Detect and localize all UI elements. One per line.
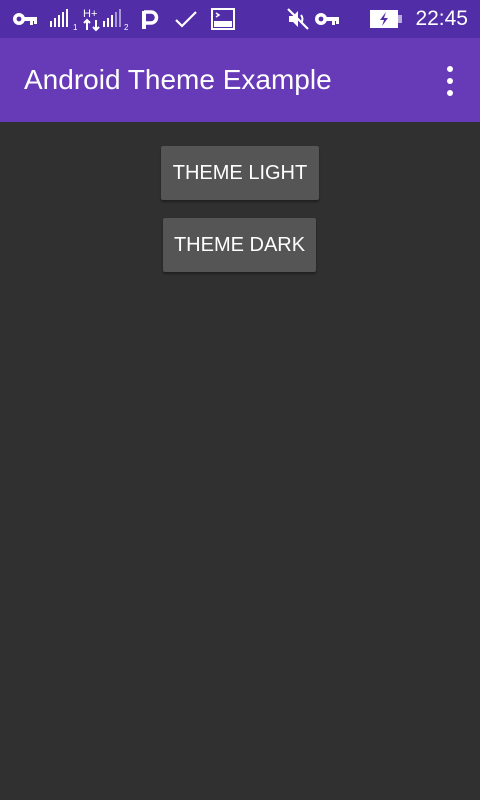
vpn-key-icon (12, 0, 38, 38)
vpn-key-icon (314, 0, 340, 38)
overflow-dot (447, 78, 453, 84)
svg-text:1: 1 (73, 23, 78, 31)
check-icon (174, 0, 198, 38)
mute-icon (286, 0, 310, 38)
signal-sim2-icon: 2 (103, 0, 131, 38)
overflow-menu-icon[interactable] (442, 66, 458, 96)
main-content: THEME LIGHT THEME DARK (0, 122, 480, 800)
screen-icon (211, 0, 235, 38)
status-bar: 1 H+ 2 22:45 (0, 0, 480, 38)
battery-charging-icon (369, 0, 403, 38)
signal-sim1-icon: 1 (50, 0, 80, 38)
data-hplus-icon: H+ (83, 0, 103, 38)
overflow-dot (447, 90, 453, 96)
theme-light-button[interactable]: THEME LIGHT (161, 146, 319, 200)
overflow-dot (447, 66, 453, 72)
theme-dark-button[interactable]: THEME DARK (163, 218, 316, 272)
status-clock: 22:45 (415, 7, 468, 30)
svg-text:H+: H+ (83, 8, 97, 20)
svg-text:2: 2 (124, 23, 129, 31)
p-app-icon (141, 0, 159, 38)
app-title: Android Theme Example (24, 64, 332, 95)
app-bar: Android Theme Example (0, 38, 480, 122)
